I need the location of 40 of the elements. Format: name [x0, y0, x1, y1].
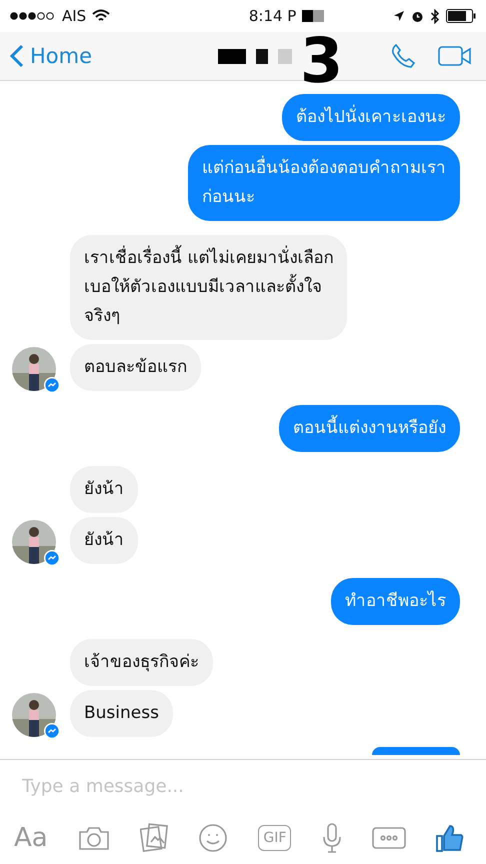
phone-icon[interactable]	[390, 43, 416, 69]
chat-badge-icon	[44, 550, 60, 566]
camera-icon[interactable]	[78, 825, 110, 851]
video-camera-icon[interactable]	[438, 46, 472, 66]
avatar	[12, 347, 56, 391]
chat-badge-icon	[44, 377, 60, 393]
back-button[interactable]: Home	[10, 44, 92, 68]
location-icon	[393, 10, 405, 22]
received-message: เราเชื่อเรื่องนี้ แต่ไม่เคยมานั่งเลือก เบอให้ตัวเองแบบมีเวลาและตั้งใจ จริงๆ	[70, 235, 348, 340]
received-message: ตอบละข้อแรก	[70, 344, 201, 391]
signal-icon	[10, 12, 56, 20]
sent-message: แต่ก่อนอื่นน้องต้องตอบคำถามเรา ก่อนนะ	[188, 145, 460, 221]
received-message: Business	[70, 690, 173, 737]
received-message: ยังน้า	[70, 466, 138, 513]
redaction-block	[256, 48, 268, 64]
sent-message: ทำอาชีพอะไร	[331, 578, 460, 625]
text-format-button[interactable]: Aa	[14, 823, 48, 853]
number-label: 3	[300, 30, 344, 92]
avatar	[12, 520, 56, 564]
chat-badge-icon	[44, 723, 60, 739]
battery-icon	[446, 9, 476, 23]
received-message: เจ้าของธุรกิจค่ะ	[70, 639, 213, 686]
photos-icon[interactable]	[140, 823, 168, 853]
bluetooth-icon	[430, 8, 440, 24]
thumbs-up-icon[interactable]	[436, 823, 464, 853]
redaction-block	[218, 48, 246, 64]
more-icon[interactable]	[372, 827, 406, 849]
carrier-name: AIS	[62, 7, 86, 25]
sent-message: ตอนนี้แต่งงานหรือยัง	[279, 405, 460, 452]
received-message: ยังน้า	[70, 517, 138, 564]
back-chevron-icon	[10, 44, 24, 68]
wifi-icon	[92, 9, 110, 23]
gif-button[interactable]: GIF	[258, 825, 292, 851]
status-time: 8:14 P	[248, 7, 296, 25]
redaction-block	[302, 10, 324, 22]
redaction-block	[278, 48, 292, 64]
microphone-icon[interactable]	[322, 823, 342, 853]
emoji-icon[interactable]	[198, 823, 228, 853]
avatar	[12, 693, 56, 737]
sent-message: ต้องไปนั่งเคาะเองนะ	[282, 94, 460, 141]
